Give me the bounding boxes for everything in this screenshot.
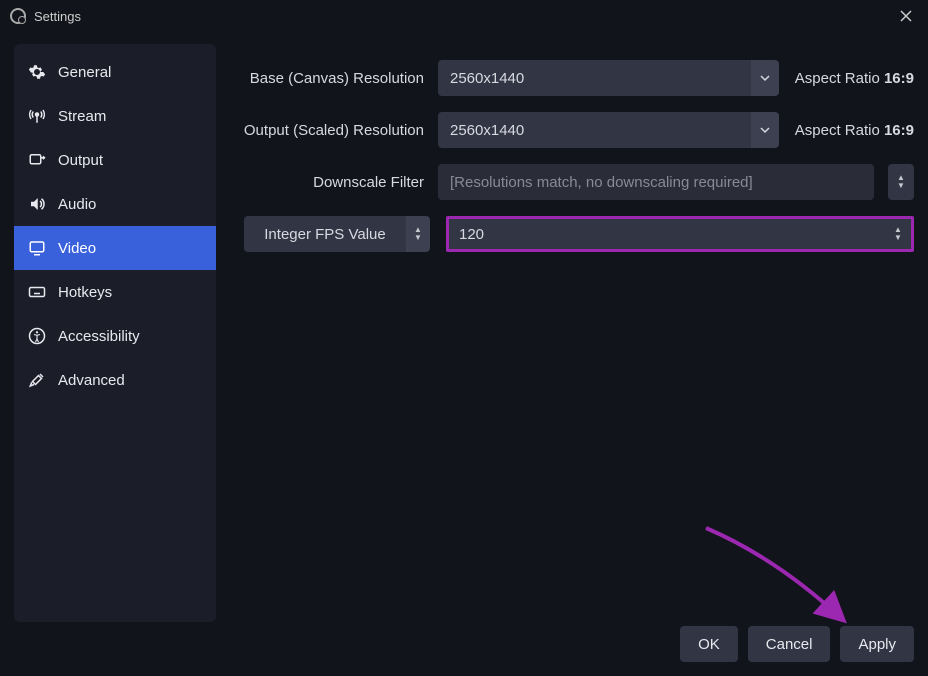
monitor-icon xyxy=(28,239,46,257)
sidebar-item-label: Advanced xyxy=(58,372,125,389)
sidebar-item-audio[interactable]: Audio xyxy=(14,182,216,226)
base-resolution-value[interactable]: 2560x1440 xyxy=(438,60,751,96)
sidebar-item-hotkeys[interactable]: Hotkeys xyxy=(14,270,216,314)
gear-icon xyxy=(28,63,46,81)
keyboard-icon xyxy=(28,283,46,301)
chevron-down-icon[interactable]: ▼ xyxy=(894,234,902,242)
window-title: Settings xyxy=(34,9,81,24)
ok-button[interactable]: OK xyxy=(680,626,738,662)
chevron-down-icon[interactable] xyxy=(751,60,779,96)
apply-button[interactable]: Apply xyxy=(840,626,914,662)
sidebar-item-label: Video xyxy=(58,240,96,257)
footer-buttons: OK Cancel Apply xyxy=(680,626,914,662)
output-resolution-value[interactable]: 2560x1440 xyxy=(438,112,751,148)
sidebar-item-accessibility[interactable]: Accessibility xyxy=(14,314,216,358)
antenna-icon xyxy=(28,107,46,125)
downscale-filter-value: [Resolutions match, no downscaling requi… xyxy=(438,164,874,200)
downscale-filter-stepper[interactable]: ▲ ▼ xyxy=(888,164,914,200)
cancel-button[interactable]: Cancel xyxy=(748,626,831,662)
settings-panel: Base (Canvas) Resolution 2560x1440 Aspec… xyxy=(240,44,914,622)
sidebar-item-label: Accessibility xyxy=(58,328,140,345)
chevron-down-icon[interactable] xyxy=(751,112,779,148)
sidebar: General Stream Output Audio Video xyxy=(14,44,216,622)
sidebar-item-label: Output xyxy=(58,152,103,169)
sidebar-item-output[interactable]: Output xyxy=(14,138,216,182)
sidebar-item-general[interactable]: General xyxy=(14,50,216,94)
fps-value-stepper[interactable]: ▲ ▼ xyxy=(885,219,911,249)
output-icon xyxy=(28,151,46,169)
sidebar-item-stream[interactable]: Stream xyxy=(14,94,216,138)
accessibility-icon xyxy=(28,327,46,345)
sidebar-item-video[interactable]: Video xyxy=(14,226,216,270)
output-resolution-label: Output (Scaled) Resolution xyxy=(240,122,430,139)
sidebar-item-label: General xyxy=(58,64,111,81)
fps-type-select[interactable]: Integer FPS Value xyxy=(244,216,406,252)
tools-icon xyxy=(28,371,46,389)
base-aspect-ratio: Aspect Ratio 16:9 xyxy=(787,70,914,87)
sidebar-item-label: Stream xyxy=(58,108,106,125)
fps-value-input[interactable] xyxy=(449,219,885,249)
output-resolution-combo[interactable]: 2560x1440 xyxy=(438,112,779,148)
fps-value-highlight: ▲ ▼ xyxy=(446,216,914,252)
output-aspect-ratio: Aspect Ratio 16:9 xyxy=(787,122,914,139)
speaker-icon xyxy=(28,195,46,213)
sidebar-item-advanced[interactable]: Advanced xyxy=(14,358,216,402)
downscale-filter-label: Downscale Filter xyxy=(240,174,430,191)
obs-icon xyxy=(10,8,26,24)
chevron-down-icon[interactable]: ▼ xyxy=(414,234,422,242)
fps-type-stepper[interactable]: ▲ ▼ xyxy=(406,216,430,252)
base-resolution-combo[interactable]: 2560x1440 xyxy=(438,60,779,96)
sidebar-item-label: Hotkeys xyxy=(58,284,112,301)
base-resolution-label: Base (Canvas) Resolution xyxy=(240,70,430,87)
chevron-down-icon[interactable]: ▼ xyxy=(897,182,905,190)
sidebar-item-label: Audio xyxy=(58,196,96,213)
titlebar: Settings xyxy=(0,0,928,32)
close-button[interactable] xyxy=(894,4,918,28)
